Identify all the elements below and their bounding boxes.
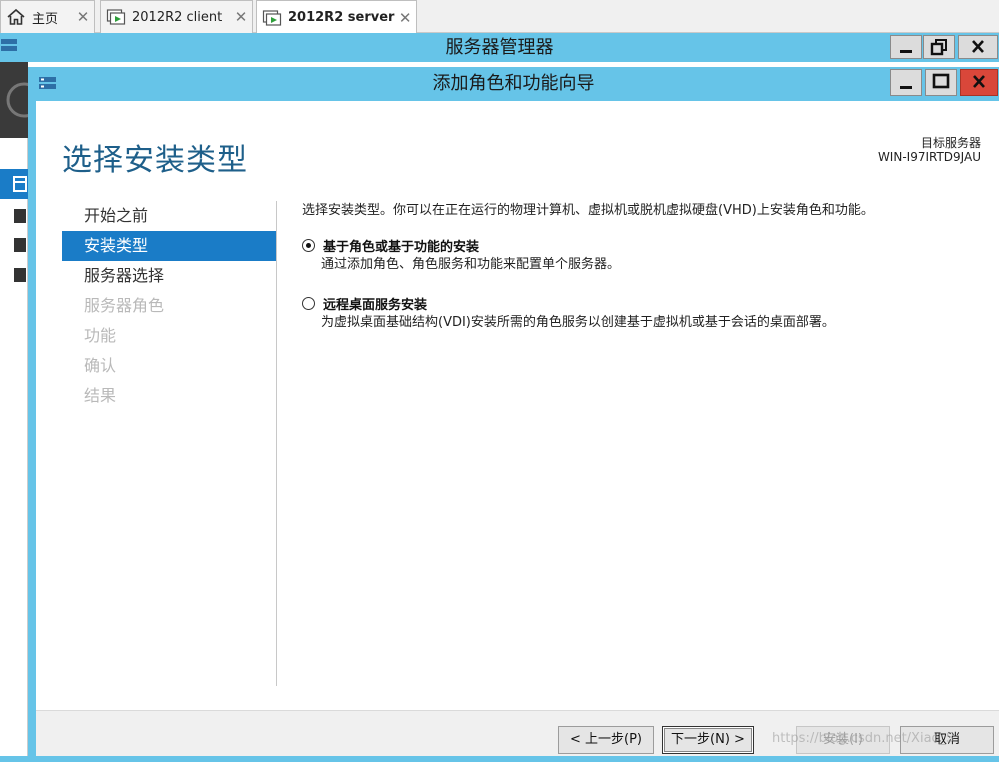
folder-icon[interactable]	[14, 268, 26, 282]
wizard-maximize-button[interactable]	[925, 69, 957, 96]
nav-step-features: 功能	[84, 326, 117, 345]
minimize-icon	[900, 86, 912, 89]
wizard-body: 选择安装类型 目标服务器 WIN-I97IRTD9JAU 开始之前 安装类型 服…	[36, 101, 999, 762]
nav-step-server-roles: 服务器角色	[84, 296, 165, 315]
wizard-close-button[interactable]	[960, 69, 998, 96]
target-server-name: WIN-I97IRTD9JAU	[877, 150, 981, 164]
role-based-radio[interactable]	[302, 238, 315, 252]
wizard-titlebar: 添加角色和功能向导	[28, 67, 999, 101]
server-manager-sidebar	[0, 62, 42, 762]
close-icon[interactable]: ✕	[72, 8, 94, 26]
close-button[interactable]	[958, 35, 998, 59]
tab-server[interactable]: 2012R2 server ✕	[256, 0, 417, 34]
next-button[interactable]: 下一步(N) >	[662, 726, 754, 754]
wizard-minimize-button[interactable]	[890, 69, 922, 96]
back-icon	[6, 82, 42, 118]
taskbar-edge	[0, 756, 999, 762]
target-server-label: 目标服务器	[920, 136, 981, 150]
option-role-based[interactable]: 基于角色或基于功能的安装 通过添加角色、角色服务和功能来配置单个服务器。	[302, 235, 992, 275]
tab-home[interactable]: 主页 ✕	[0, 0, 95, 33]
sidebar-header	[0, 62, 42, 138]
minimize-icon	[900, 50, 912, 53]
close-icon	[973, 75, 985, 88]
server-manager-title: 服务器管理器	[445, 37, 554, 58]
wizard-title: 添加角色和功能向导	[432, 73, 595, 94]
option-remote-desktop[interactable]: 远程桌面服务安装 为虚拟桌面基础结构(VDI)安装所需的角色服务以创建基于虚拟机…	[302, 293, 992, 333]
restore-icon	[930, 39, 947, 56]
server-manager-titlebar: 服务器管理器	[0, 33, 999, 62]
role-based-label[interactable]: 基于角色或基于功能的安装	[323, 236, 479, 255]
intro-text: 选择安装类型。你可以在正在运行的物理计算机、虚拟机或脱机虚拟硬盘(VHD)上安装…	[302, 203, 874, 218]
tab-client-label: 2012R2 client	[132, 9, 223, 25]
wizard-steps-nav: 开始之前 安装类型 服务器选择 服务器角色 功能 确认 结果	[62, 201, 276, 411]
nav-step-server-selection[interactable]: 服务器选择	[62, 261, 276, 291]
home-icon	[6, 7, 26, 27]
remote-desktop-label[interactable]: 远程桌面服务安装	[323, 294, 427, 313]
maximize-icon	[932, 73, 950, 89]
wizard-content: 选择安装类型。你可以在正在运行的物理计算机、虚拟机或脱机虚拟硬盘(VHD)上安装…	[302, 201, 992, 333]
nav-step-results: 结果	[84, 386, 117, 405]
nav-step-before-you-begin[interactable]: 开始之前	[62, 201, 276, 231]
tab-home-label: 主页	[32, 11, 59, 27]
nav-divider	[276, 201, 277, 686]
vm-icon	[262, 8, 282, 28]
dashboard-icon	[13, 176, 27, 192]
close-icon[interactable]: ✕	[230, 8, 252, 26]
server-icon[interactable]	[14, 209, 26, 223]
tab-server-label: 2012R2 server	[288, 10, 395, 25]
nav-step-confirmation: 确认	[84, 356, 117, 375]
tab-client[interactable]: 2012R2 client ✕	[100, 0, 253, 33]
nav-step-installation-type[interactable]: 安装类型	[62, 231, 276, 261]
watermark: https://blog.csdn.net/Xiao_S	[772, 731, 955, 746]
sidebar-item-dashboard[interactable]	[0, 169, 28, 199]
tab-strip: 主页 ✕ 2012R2 client ✕ 2012R2 server ✕	[0, 0, 999, 34]
close-icon[interactable]: ✕	[394, 9, 416, 27]
previous-button[interactable]: < 上一步(P)	[558, 726, 654, 754]
role-based-description: 通过添加角色、角色服务和功能来配置单个服务器。	[321, 257, 621, 272]
vm-icon	[106, 7, 126, 27]
page-title: 选择安装类型	[62, 143, 248, 178]
minimize-button[interactable]	[890, 35, 922, 59]
remote-desktop-description: 为虚拟桌面基础结构(VDI)安装所需的角色服务以创建基于虚拟机或基于会话的桌面部…	[321, 315, 835, 330]
add-roles-wizard: 添加角色和功能向导 选择安装类型 目标服务器 WIN-I97IRTD9JAU 开…	[28, 67, 999, 762]
remote-desktop-radio[interactable]	[302, 296, 315, 310]
server-icon[interactable]	[14, 238, 26, 252]
close-icon	[972, 40, 984, 53]
restore-button[interactable]	[923, 35, 955, 59]
